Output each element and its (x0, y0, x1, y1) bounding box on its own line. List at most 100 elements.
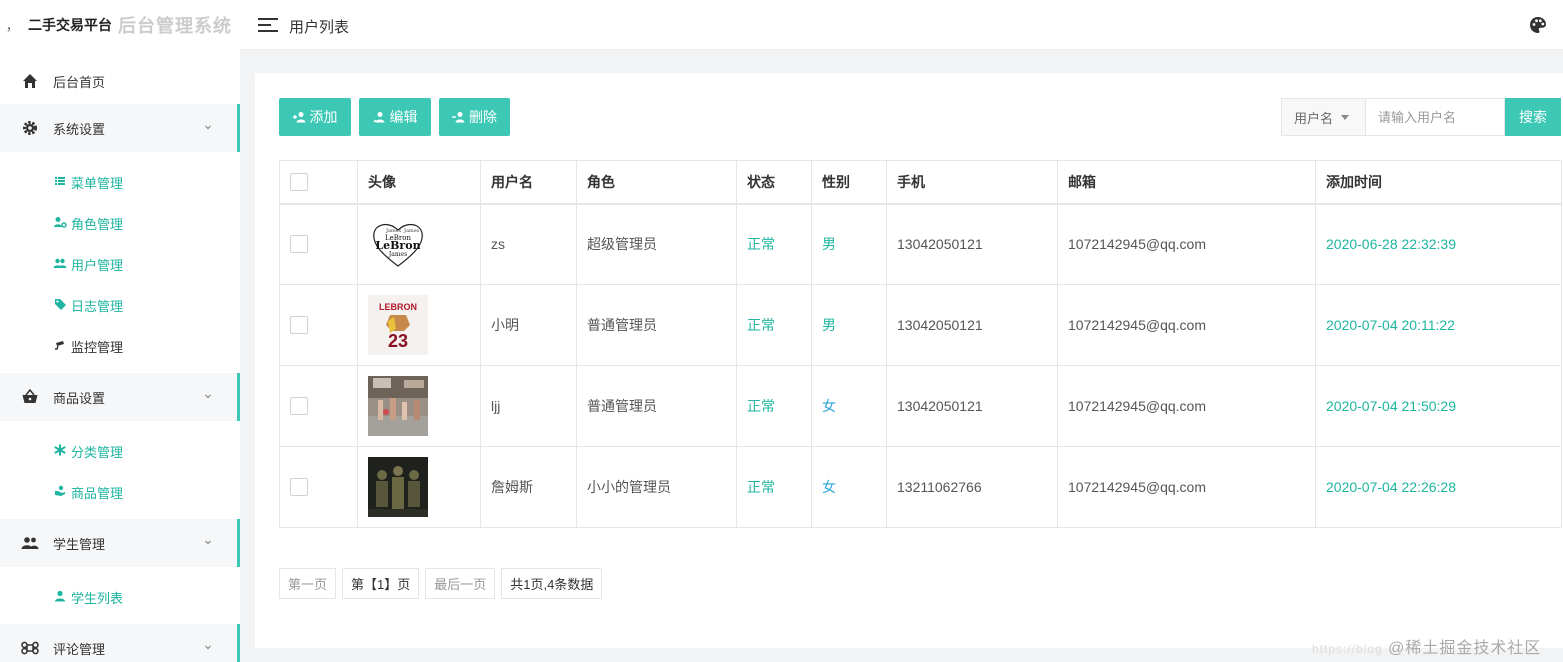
column-header-role: 角色 (576, 160, 737, 205)
column-header-phone: 手机 (886, 160, 1058, 205)
caret-down-icon (1341, 114, 1350, 120)
role-cell: 普通管理员 (576, 284, 737, 366)
search-field-select[interactable]: 用户名 (1281, 98, 1365, 136)
username-cell: 詹姆斯 (480, 446, 577, 528)
sidebar-item-monitor[interactable]: 监控管理 (0, 325, 237, 365)
status-cell: 正常 (736, 365, 812, 447)
svg-text:23: 23 (388, 331, 408, 351)
table-row[interactable]: 詹姆斯 小小的管理员 正常 女 13211062766 1072142945@q… (279, 446, 1562, 528)
sidebar-item-home[interactable]: 后台首页 (0, 57, 240, 105)
email-cell: 1072142945@qq.com (1057, 446, 1316, 528)
email-cell: 1072142945@qq.com (1057, 365, 1316, 447)
edit-button[interactable]: 编辑 (359, 98, 431, 136)
delete-button-label: 删除 (469, 109, 497, 125)
page-summary: 共1页,4条数据 (501, 568, 603, 599)
sidebar-group-label: 学生管理 (53, 537, 106, 552)
brand-subtitle: 后台管理系统 (118, 16, 233, 36)
sidebar-group-system[interactable]: 系统设置 (0, 104, 240, 152)
remove-user-icon (452, 112, 465, 123)
row-select-cell (279, 203, 358, 285)
sidebar-group-goods[interactable]: 商品设置 (0, 373, 240, 421)
sidebar-item-users[interactable]: 用户管理 (0, 243, 237, 283)
column-header-created: 添加时间 (1315, 160, 1562, 205)
person-icon (55, 590, 65, 602)
row-checkbox[interactable] (290, 397, 308, 416)
row-select-cell (279, 446, 358, 528)
email-cell: 1072142945@qq.com (1057, 203, 1316, 285)
search-button[interactable]: 搜索 (1505, 98, 1561, 136)
sidebar-item-label: 商品管理 (71, 486, 124, 501)
sidebar-item-label: 后台首页 (53, 75, 106, 90)
sidebar-item-logs[interactable]: 日志管理 (0, 284, 237, 324)
asterisk-icon (54, 444, 66, 456)
sidebar-item-student-list[interactable]: 学生列表 (0, 576, 237, 616)
username-cell: zs (480, 203, 577, 285)
row-checkbox[interactable] (290, 235, 308, 254)
edit-button-label: 编辑 (389, 109, 418, 125)
sidebar-item-categories[interactable]: 分类管理 (0, 430, 237, 470)
created-cell: 2020-07-04 20:11:22 (1315, 284, 1562, 366)
created-cell: 2020-06-28 22:32:39 (1315, 203, 1562, 285)
first-page-button[interactable]: 第一页 (279, 568, 337, 599)
chevron-down-icon (205, 394, 211, 399)
row-select-cell (279, 365, 358, 447)
gender-cell: 男 (811, 203, 887, 285)
user-gear-icon (54, 217, 67, 228)
sidebar-item-label: 角色管理 (71, 217, 124, 232)
current-page[interactable]: 第【1】页 (342, 568, 420, 599)
sidebar-group-comments[interactable]: 评论管理 (0, 624, 240, 662)
column-header-username: 用户名 (480, 160, 577, 205)
add-button[interactable]: 添加 (279, 98, 351, 136)
row-checkbox[interactable] (290, 478, 308, 497)
column-header-email: 邮箱 (1057, 160, 1316, 205)
row-checkbox[interactable] (290, 316, 308, 335)
add-user-icon (292, 112, 305, 123)
sidebar-item-goods[interactable]: 商品管理 (0, 471, 237, 511)
palette-icon[interactable] (1528, 15, 1548, 35)
phone-cell: 13042050121 (886, 284, 1058, 366)
list-icon (55, 177, 65, 185)
status-cell: 正常 (736, 284, 812, 366)
sidebar-item-label: 用户管理 (71, 258, 124, 273)
last-page-button[interactable]: 最后一页 (425, 568, 496, 599)
phone-cell: 13042050121 (886, 203, 1058, 285)
pagination: 第一页 第【1】页 最后一页 共1页,4条数据 (279, 568, 603, 599)
brand-name: 二手交易平台 (28, 17, 113, 33)
gender-cell: 女 (811, 446, 887, 528)
sidebar-item-label: 监控管理 (71, 340, 124, 355)
sidebar-group-students[interactable]: 学生管理 (0, 519, 240, 567)
app-root: ， 二手交易平台 后台管理系统 后台首页 系统设置 菜单管理 角色管理 用户管理… (0, 0, 1563, 662)
delete-button[interactable]: 删除 (439, 98, 510, 136)
role-cell: 普通管理员 (576, 365, 737, 447)
search-bar: 用户名 搜索 (1281, 98, 1561, 136)
command-icon (21, 641, 39, 655)
avatar-image (368, 376, 428, 436)
status-cell: 正常 (736, 203, 812, 285)
watermark-text: @稀土掘金技术社区 (1388, 640, 1542, 657)
sidebar-item-menu[interactable]: 菜单管理 (0, 161, 237, 201)
phone-cell: 13042050121 (886, 365, 1058, 447)
created-cell: 2020-07-04 22:26:28 (1315, 446, 1562, 528)
sidebar-item-roles[interactable]: 角色管理 (0, 202, 237, 242)
table-row[interactable]: LeBron LeBron James James James zs 超级管理员… (279, 203, 1562, 285)
watermark-url: https://blog (1312, 642, 1383, 656)
table-row[interactable]: ljj 普通管理员 正常 女 13042050121 1072142945@qq… (279, 365, 1562, 447)
table-row[interactable]: LEBRON 23 小明 普通管理员 正常 男 13042050121 1072… (279, 284, 1562, 366)
column-header-gender: 性别 (811, 160, 887, 205)
page-title: 用户列表 (289, 19, 350, 36)
menu-toggle-icon[interactable] (257, 15, 279, 35)
search-input[interactable] (1365, 98, 1505, 136)
svg-text:James: James (403, 228, 420, 234)
select-all-checkbox[interactable] (290, 172, 308, 191)
avatar-cell (357, 446, 481, 528)
avatar-image: LeBron LeBron James James James (368, 214, 428, 275)
avatar-cell (357, 365, 481, 447)
users-icon (53, 258, 67, 268)
avatar-cell: LEBRON 23 (357, 284, 481, 366)
group-icon (21, 537, 39, 549)
avatar-image: LEBRON 23 (368, 295, 428, 355)
sidebar-group-label: 系统设置 (53, 122, 106, 137)
role-cell: 小小的管理员 (576, 446, 737, 528)
svg-text:James: James (388, 251, 407, 258)
gender-cell: 女 (811, 365, 887, 447)
